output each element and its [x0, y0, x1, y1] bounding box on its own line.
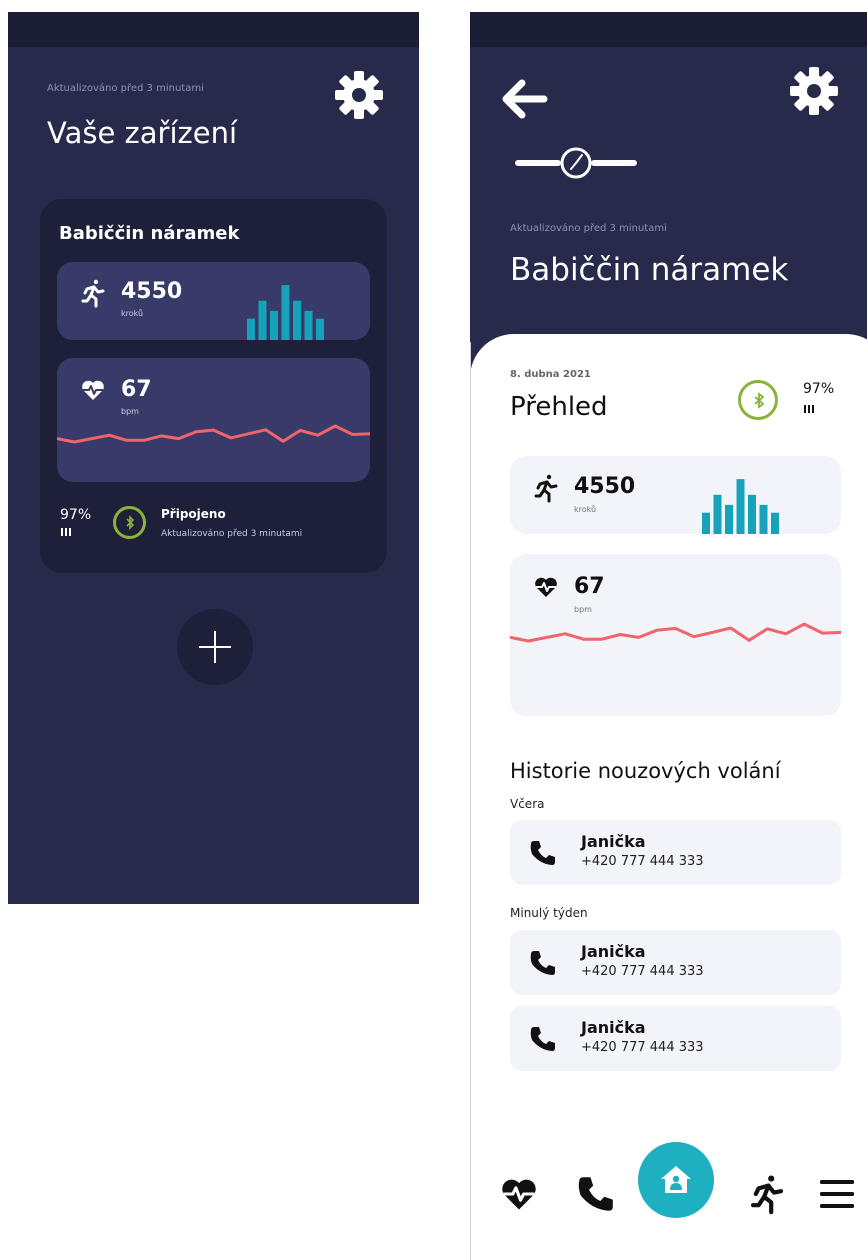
steps-bar-chart: [247, 285, 324, 340]
phone-icon: [530, 841, 555, 865]
heart-pulse-icon: [82, 380, 104, 400]
steps-unit: kroků: [121, 309, 144, 318]
phone-icon: [530, 951, 555, 975]
steps-bar: [748, 494, 756, 534]
heart-pulse-icon[interactable]: [500, 1177, 538, 1211]
phone-icon: [530, 1027, 555, 1051]
page-title: Vaše zařízení: [47, 116, 238, 150]
status-updated-text: Aktualizováno před 3 minutami: [161, 529, 303, 539]
bluetooth-icon: [113, 506, 146, 539]
heart-unit: bpm: [574, 605, 592, 614]
heart-pulse-icon: [535, 577, 557, 597]
steps-bar: [713, 494, 722, 534]
battery-percent: 97%: [60, 507, 92, 523]
updated-text: Aktualizováno před 3 minutami: [510, 223, 667, 234]
steps-bar-chart: [702, 479, 779, 534]
menu-icon[interactable]: [820, 1179, 854, 1209]
device-card[interactable]: Babiččin náramek 4550 kroků 67 bpm 97% P…: [40, 199, 387, 573]
caller-name: Janička: [581, 832, 646, 851]
caller-name: Janička: [581, 942, 646, 961]
call-item[interactable]: Janička +420 777 444 333: [510, 820, 841, 885]
heart-panel[interactable]: 67 bpm: [510, 554, 841, 716]
emergency-calls-title: Historie nouzových volání: [510, 759, 781, 783]
call-group-label: Minulý týden: [510, 906, 588, 920]
status-bar: [8, 12, 419, 47]
battery-bars-icon: [804, 405, 814, 413]
running-icon[interactable]: [750, 1173, 784, 1215]
steps-bar: [759, 504, 768, 534]
devices-screen: Aktualizováno před 3 minutami Vaše zaříz…: [8, 12, 419, 904]
device-name: Babiččin náramek: [59, 223, 240, 244]
heart-rate-line: [510, 622, 841, 643]
page-title: Babiččin náramek: [510, 252, 789, 288]
call-group-label: Včera: [510, 797, 545, 811]
connection-status: Připojeno: [161, 507, 226, 521]
steps-bar: [247, 318, 255, 340]
running-icon: [534, 474, 558, 503]
bluetooth-icon: [738, 380, 778, 420]
steps-bar: [270, 310, 278, 340]
device-detail-screen: Aktualizováno před 3 minutami Babiččin n…: [470, 12, 867, 1260]
gear-icon[interactable]: [788, 65, 840, 117]
steps-bar: [316, 318, 324, 340]
steps-panel[interactable]: 4550 kroků: [510, 456, 841, 534]
caller-name: Janička: [581, 1018, 646, 1037]
caller-number: +420 777 444 333: [581, 1040, 704, 1055]
arrow-left-icon[interactable]: [500, 79, 548, 119]
heart-value: 67: [574, 574, 605, 599]
overview-date: 8. dubna 2021: [510, 369, 591, 380]
running-icon: [81, 279, 105, 308]
steps-bar: [725, 504, 733, 534]
steps-panel[interactable]: 4550 kroků: [57, 262, 370, 340]
phone-icon[interactable]: [575, 1173, 617, 1215]
steps-bar: [304, 310, 313, 340]
overview-title: Přehled: [510, 392, 608, 422]
steps-bar: [293, 300, 301, 340]
heart-rate-line: [57, 424, 370, 444]
status-bar: [470, 12, 867, 47]
steps-value: 4550: [121, 279, 183, 304]
caller-number: +420 777 444 333: [581, 854, 704, 869]
call-item[interactable]: Janička +420 777 444 333: [510, 930, 841, 995]
watch-icon: [515, 147, 637, 179]
updated-text: Aktualizováno před 3 minutami: [47, 83, 204, 94]
heart-unit: bpm: [121, 407, 139, 416]
home-icon: [661, 1166, 691, 1193]
add-device-button[interactable]: [177, 609, 253, 685]
steps-unit: kroků: [574, 505, 597, 514]
call-item[interactable]: Janička +420 777 444 333: [510, 1006, 841, 1071]
gear-icon[interactable]: [333, 69, 385, 121]
steps-bar: [736, 479, 745, 534]
steps-bar: [258, 300, 267, 340]
steps-bar: [281, 285, 290, 340]
steps-value: 4550: [574, 474, 636, 499]
heart-value: 67: [121, 377, 152, 402]
caller-number: +420 777 444 333: [581, 964, 704, 979]
steps-bar: [702, 512, 710, 534]
home-button[interactable]: [638, 1142, 714, 1218]
battery-percent: 97%: [803, 381, 835, 397]
heart-panel[interactable]: 67 bpm: [57, 358, 370, 482]
plus-icon: [177, 609, 178, 610]
steps-bar: [771, 512, 779, 534]
battery-bars-icon: [61, 528, 71, 536]
